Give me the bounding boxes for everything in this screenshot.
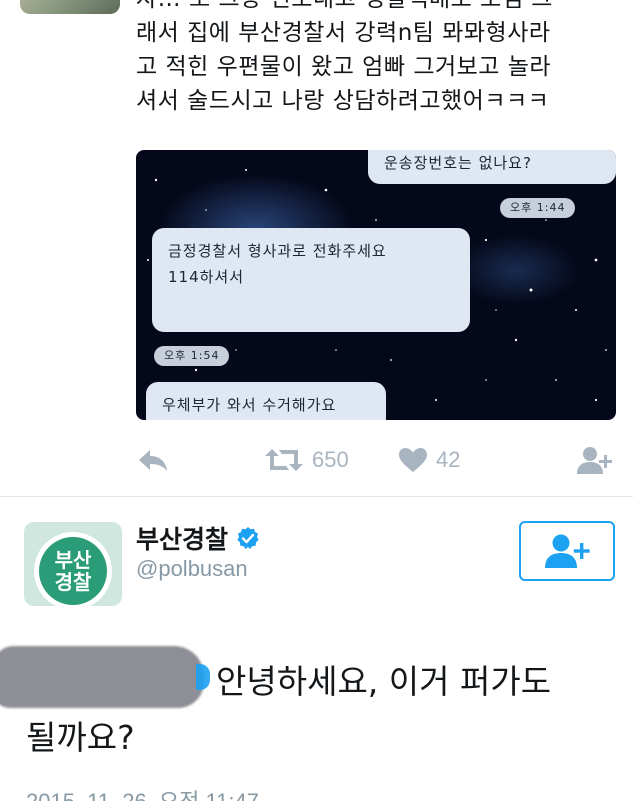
avatar-badge: 부산 경찰	[34, 532, 112, 606]
chat-timestamp: 오후 1:54	[154, 346, 230, 366]
tweet-text-line: 셔서 술드시고 나랑 상담하려고했어ㅋㅋㅋ	[136, 88, 550, 114]
reply-icon	[139, 450, 167, 471]
previous-tweet-text: 자… 또 그랑 인보내고 경찰택배도 보냄 그 래서 집에 부산경찰서 강력n팀…	[136, 0, 606, 118]
avatar[interactable]: 부산 경찰	[24, 522, 122, 606]
reply-button[interactable]	[136, 440, 170, 480]
tweet-timestamp[interactable]: 2015. 11. 26. 오전 11:47	[26, 784, 259, 801]
author-handle[interactable]: @polbusan	[136, 556, 248, 582]
tweet-text-line: 래서 집에 부산경찰서 강력n팀 뫄뫄형사라	[136, 20, 551, 46]
author-display-name[interactable]: 부산경찰	[136, 520, 228, 556]
heart-icon	[399, 448, 427, 472]
retweet-count: 650	[312, 447, 349, 472]
follow-user-button[interactable]	[576, 440, 614, 480]
like-button[interactable]: 42	[398, 440, 460, 480]
tweet-text-line: 고 적힌 우편물이 왔고 엄빠 그거보고 놀라	[136, 54, 552, 80]
chat-bubble: 우체부가 와서 수거해가요	[146, 382, 386, 420]
follow-icon	[577, 447, 612, 474]
tweet-text-line: 자… 또 그랑 인보내고 경찰택배도 보냄 그	[136, 0, 606, 16]
tweet-divider	[0, 496, 633, 497]
tweet-text-line: 될까요?	[26, 718, 135, 757]
chat-timestamp: 오후 1:44	[500, 198, 576, 218]
add-user-icon	[545, 534, 590, 568]
chat-bubble: 금정경찰서 형사과로 전화주세요 114하셔서	[152, 228, 470, 332]
retweet-icon	[265, 449, 303, 471]
avatar-logo: 부산 경찰	[39, 537, 107, 605]
tweet-actions: 650 42	[136, 440, 616, 480]
retweet-button[interactable]: 650	[264, 440, 349, 480]
tweet-attached-image[interactable]: 운송장번호는 없나요? 오후 1:44 금정경찰서 형사과로 전화주세요 114…	[136, 150, 616, 420]
chat-bubble: 운송장번호는 없나요?	[368, 150, 616, 184]
previous-tweet-avatar[interactable]	[20, 0, 120, 14]
follow-button[interactable]	[519, 521, 615, 581]
author-name-row: 부산경찰	[136, 520, 260, 556]
verified-icon	[237, 527, 259, 549]
like-count: 42	[436, 447, 461, 472]
redacted-mention-edge	[196, 664, 210, 690]
redacted-mention	[0, 646, 204, 708]
tweet-text-line: 안녕하세요, 이거 퍼가도	[216, 662, 552, 701]
